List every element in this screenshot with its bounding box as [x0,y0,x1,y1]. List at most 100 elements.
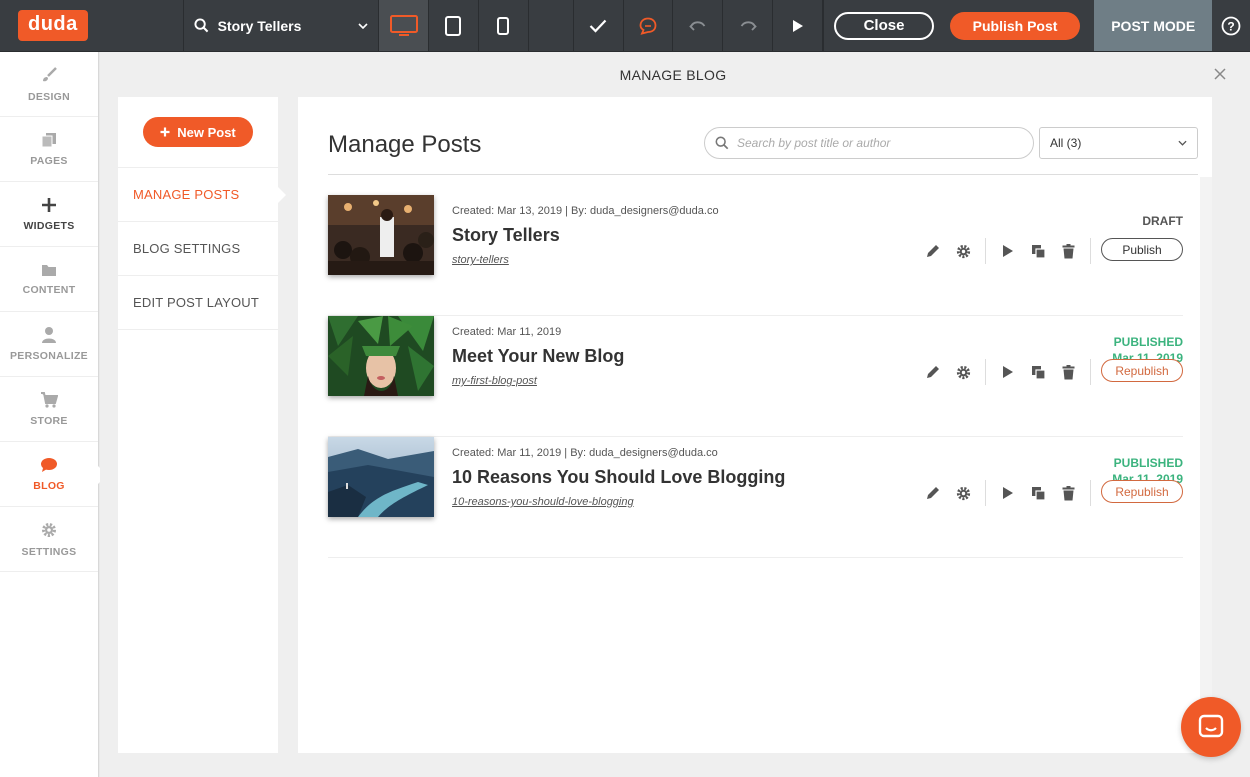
pencil-icon [927,366,939,378]
desktop-view-button[interactable] [379,0,430,51]
gear-icon [956,244,970,258]
republish-button[interactable]: Republish [1101,480,1183,503]
action-separator [985,480,986,506]
filter-value: All (3) [1050,136,1082,150]
post-actions [918,358,1098,386]
duplicate-post-button[interactable] [1023,360,1053,384]
duplicate-icon [1031,365,1046,380]
post-thumbnail-image[interactable] [328,316,434,396]
post-thumbnail-image[interactable] [328,437,434,517]
new-post-label: New Post [177,124,236,140]
chevron-down-icon [1178,140,1187,146]
nav-item-store[interactable]: STORE [0,377,98,442]
preview-post-button[interactable] [993,481,1023,505]
menu-item-blog-settings[interactable]: BLOG SETTINGS [118,222,278,276]
post-row: Created: Mar 11, 2019 | By: duda_designe… [328,437,1183,558]
nav-item-settings[interactable]: SETTINGS [0,507,98,572]
preview-post-button[interactable] [993,239,1023,263]
folder-icon [42,264,56,276]
trash-icon [1062,243,1074,258]
nav-item-pages[interactable]: PAGES [0,117,98,182]
search-input[interactable] [737,136,1017,150]
tablet-view-button[interactable] [429,0,479,51]
delete-post-button[interactable] [1053,239,1083,263]
play-icon [792,19,803,32]
top-toolbar: duda Story Tellers Close Publish Post PO… [0,0,1250,52]
gear-icon [956,486,970,500]
post-slug-link[interactable]: story-tellers [452,254,509,266]
nav-item-content[interactable]: CONTENT [0,247,98,312]
trash-icon [1062,364,1074,379]
delete-post-button[interactable] [1053,360,1083,384]
publish-post-button[interactable]: Publish Post [950,11,1081,40]
post-mode-indicator[interactable]: POST MODE [1094,0,1213,51]
close-button[interactable]: Close [834,11,935,40]
preview-button[interactable] [773,0,824,51]
action-separator [1090,238,1091,264]
mobile-view-button[interactable] [479,0,529,51]
delete-post-button[interactable] [1053,481,1083,505]
duplicate-post-button[interactable] [1023,239,1053,263]
scrollbar[interactable] [1200,177,1212,753]
nav-item-design[interactable]: DESIGN [0,52,98,117]
action-separator [1090,359,1091,385]
post-settings-button[interactable] [948,360,978,384]
post-title[interactable]: Story Tellers [452,225,560,246]
post-thumbnail-image[interactable] [328,195,434,275]
plus-icon [160,127,170,137]
header-divider [328,174,1198,175]
edit-post-button[interactable] [918,360,948,384]
nav-item-personalize[interactable]: PERSONALIZE [0,312,98,377]
nav-label: PAGES [30,154,68,167]
preview-post-button[interactable] [993,360,1023,384]
post-search[interactable] [704,127,1034,159]
manage-posts-panel: Manage Posts All (3) [298,97,1212,753]
post-settings-button[interactable] [948,239,978,263]
edit-post-button[interactable] [918,239,948,263]
post-title[interactable]: 10 Reasons You Should Love Blogging [452,467,785,488]
publish-button[interactable]: Publish [1101,238,1183,261]
post-meta: Created: Mar 11, 2019 | By: duda_designe… [452,447,718,459]
comments-button[interactable] [624,0,674,51]
gear-icon [956,365,970,379]
post-actions [918,479,1098,507]
duplicate-icon [1031,486,1046,501]
post-slug-link[interactable]: my-first-blog-post [452,375,537,387]
edit-post-button[interactable] [918,481,948,505]
nav-label: CONTENT [22,283,76,296]
nav-label: WIDGETS [23,219,75,232]
new-post-button[interactable]: New Post [143,117,253,147]
play-icon [1003,366,1013,378]
validate-button[interactable] [574,0,624,51]
nav-item-blog[interactable]: BLOG [0,442,107,507]
redo-button[interactable] [723,0,774,51]
menu-item-edit-post-layout[interactable]: EDIT POST LAYOUT [118,276,278,330]
post-settings-button[interactable] [948,481,978,505]
support-chat-button[interactable] [1181,697,1241,757]
undo-button[interactable] [673,0,724,51]
site-selector[interactable]: Story Tellers [184,0,380,51]
post-meta: Created: Mar 13, 2019 | By: duda_designe… [452,205,719,217]
person-icon [42,327,56,343]
republish-button[interactable]: Republish [1101,359,1183,382]
chat-icon [1198,714,1224,738]
blog-side-panel: New Post MANAGE POSTS BLOG SETTINGS EDIT… [118,97,286,753]
modal-close-button[interactable] [1214,64,1226,85]
nav-label: STORE [30,414,68,427]
status-filter-select[interactable]: All (3) [1039,127,1198,159]
post-actions [918,237,1098,265]
manage-blog-modal: MANAGE BLOG New Post MANAGE POSTS BLOG S… [100,52,1250,777]
site-name: Story Tellers [217,17,302,34]
chat-icon [41,457,57,472]
toolbar-actions: Close Publish Post [823,0,1094,51]
comment-icon [639,17,657,35]
desktop-icon [389,14,418,36]
duda-logo[interactable]: duda [18,10,88,41]
post-slug-link[interactable]: 10-reasons-you-should-love-blogging [452,496,634,508]
duplicate-post-button[interactable] [1023,481,1053,505]
status-label: DRAFT [1142,214,1183,228]
post-title[interactable]: Meet Your New Blog [452,346,624,367]
menu-item-manage-posts[interactable]: MANAGE POSTS [118,168,286,222]
help-button[interactable]: ? [1212,0,1250,51]
nav-item-widgets[interactable]: WIDGETS [0,182,98,247]
